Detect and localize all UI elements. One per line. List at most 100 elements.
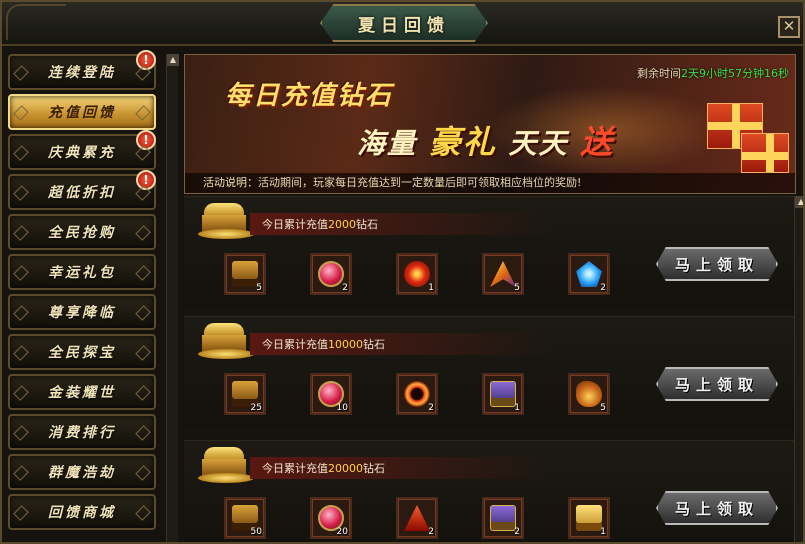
subheadline-part: 天天 [508, 127, 569, 160]
sidebar-item-label: 消费排行 [48, 425, 116, 441]
sidebar-item-recharge-reward[interactable]: 充值回馈 [8, 94, 156, 130]
item-count: 10 [336, 403, 348, 413]
description-text: 活动期间，玩家每日充值达到一定数量后即可领取相应档位的奖励! [258, 176, 582, 189]
banner-subheadline: 海量 豪礼 天天 送 [357, 117, 614, 163]
golden-dragon-icon [576, 381, 602, 407]
sidebar-item-spending-rank[interactable]: 消费排行 [8, 414, 156, 450]
subheadline-part: 海量 [357, 127, 418, 160]
reward-slot[interactable]: 1 [482, 373, 524, 415]
scroll-up-icon[interactable]: ▲ [795, 196, 803, 208]
reward-tiers: 今日累计充值2000钻石 5 2 1 5 2 马上领取 今日累计充值10000钻… [184, 196, 794, 542]
claim-button-label: 马上领取 [674, 499, 759, 518]
sidebar-item-label: 群魔浩劫 [48, 465, 116, 481]
item-count: 2 [600, 283, 606, 293]
sidebar-item-label: 全民抢购 [48, 225, 116, 241]
tier-amount: 20000 [328, 462, 363, 475]
reward-slot[interactable]: 1 [568, 497, 610, 539]
tier-prefix: 今日累计充值 [262, 462, 328, 475]
event-banner: 每日充值钻石 海量 豪礼 天天 送 剩余时间2天9小时57分钟16秒 活动说明：… [184, 54, 796, 194]
red-ring-icon [404, 381, 430, 407]
sidebar-item-celebration-recharge[interactable]: 庆典累充 ! [8, 130, 156, 170]
wing-icon [490, 261, 516, 287]
sidebar-item-label: 回馈商城 [48, 505, 116, 521]
reward-slot[interactable]: 25 [224, 373, 266, 415]
reward-slot[interactable]: 1 [396, 253, 438, 295]
item-count: 2 [428, 403, 434, 413]
reward-slot[interactable]: 2 [482, 497, 524, 539]
tier-requirement: 今日累计充值20000钻石 [262, 460, 385, 476]
reward-slot[interactable]: 2 [568, 253, 610, 295]
reward-tier: 今日累计充值20000钻石 50 20 2 2 1 马上领取 [184, 440, 794, 542]
red-triangle-icon [404, 505, 430, 531]
reward-slot[interactable]: 5 [224, 253, 266, 295]
reward-slot[interactable]: 20 [310, 497, 352, 539]
sidebar-item-label: 全民探宝 [48, 345, 116, 361]
claim-button[interactable]: 马上领取 [656, 367, 778, 401]
item-count: 5 [256, 283, 262, 293]
sidebar-item-label: 超低折扣 [48, 185, 116, 201]
item-count: 2 [342, 283, 348, 293]
reward-slot[interactable]: 2 [396, 373, 438, 415]
close-button[interactable]: ✕ [778, 16, 800, 38]
sidebar-item-label: 幸运礼包 [48, 265, 116, 281]
subheadline-highlight: 豪礼 [428, 123, 497, 161]
item-count: 1 [514, 403, 520, 413]
gold-chest-icon [576, 505, 602, 531]
reward-slot[interactable]: 2 [396, 497, 438, 539]
sidebar-item-label: 充值回馈 [48, 105, 116, 121]
reward-slot[interactable]: 5 [482, 253, 524, 295]
countdown-timer: 剩余时间2天9小时57分钟16秒 [637, 65, 789, 81]
description-label: 活动说明： [203, 176, 258, 189]
tier-suffix: 钻石 [363, 462, 385, 475]
sidebar-item-demon-calamity[interactable]: 群魔浩劫 [8, 454, 156, 490]
reward-slot[interactable]: 5 [568, 373, 610, 415]
event-description: 活动说明：活动期间，玩家每日充值达到一定数量后即可领取相应档位的奖励! [185, 173, 795, 193]
sidebar-item-golden-gear[interactable]: 金装耀世 [8, 374, 156, 410]
sidebar-item-flash-sale[interactable]: 全民抢购 [8, 214, 156, 250]
scroll-up-icon[interactable]: ▲ [167, 54, 179, 66]
sidebar-item-lucky-pack[interactable]: 幸运礼包 [8, 254, 156, 290]
item-count: 1 [428, 283, 434, 293]
gold-treasure-icon [198, 201, 254, 239]
tier-suffix: 钻石 [363, 338, 385, 351]
sidebar-item-super-discount[interactable]: 超低折扣 ! [8, 170, 156, 210]
item-count: 2 [514, 527, 520, 537]
tier-amount: 2000 [328, 218, 356, 231]
alert-badge-icon: ! [136, 170, 156, 190]
countdown-label: 剩余时间 [637, 67, 681, 80]
content-scrollbar[interactable]: ▲ [794, 196, 803, 542]
purple-chest-icon [490, 505, 516, 531]
claim-button[interactable]: 马上领取 [656, 247, 778, 281]
corner-ornament-icon [6, 4, 66, 40]
claim-button[interactable]: 马上领取 [656, 491, 778, 525]
purple-chest-icon [490, 381, 516, 407]
treasure-chest-icon [232, 261, 258, 287]
pink-gem-icon [318, 261, 344, 287]
gold-treasure-icon [198, 321, 254, 359]
sidebar-item-label: 金装耀世 [48, 385, 116, 401]
reward-slot[interactable]: 2 [310, 253, 352, 295]
sidebar-item-label: 庆典累充 [48, 145, 116, 161]
tier-amount: 10000 [328, 338, 363, 351]
tier-prefix: 今日累计充值 [262, 338, 328, 351]
reward-slot[interactable]: 50 [224, 497, 266, 539]
countdown-value: 2天9小时57分钟16秒 [681, 67, 789, 80]
item-count: 1 [600, 527, 606, 537]
tier-suffix: 钻石 [356, 218, 378, 231]
tier-requirement: 今日累计充值2000钻石 [262, 216, 378, 232]
reward-slot[interactable]: 10 [310, 373, 352, 415]
item-count: 2 [428, 527, 434, 537]
claim-button-label: 马上领取 [674, 255, 759, 274]
item-count: 5 [514, 283, 520, 293]
sidebar-item-reward-shop[interactable]: 回馈商城 [8, 494, 156, 530]
tier-requirement: 今日累计充值10000钻石 [262, 336, 385, 352]
sidebar-scrollbar[interactable]: ▲ [166, 54, 179, 542]
window-title: 夏日回馈 [358, 15, 450, 36]
sidebar-item-treasure-hunt[interactable]: 全民探宝 [8, 334, 156, 370]
sidebar-item-consecutive-login[interactable]: 连续登陆 ! [8, 50, 156, 90]
item-count: 20 [336, 527, 348, 537]
subheadline-highlight: 送 [580, 123, 615, 161]
alert-badge-icon: ! [136, 130, 156, 150]
sidebar-item-label: 尊享降临 [48, 305, 116, 321]
sidebar-item-vip-arrival[interactable]: 尊享降临 [8, 294, 156, 330]
